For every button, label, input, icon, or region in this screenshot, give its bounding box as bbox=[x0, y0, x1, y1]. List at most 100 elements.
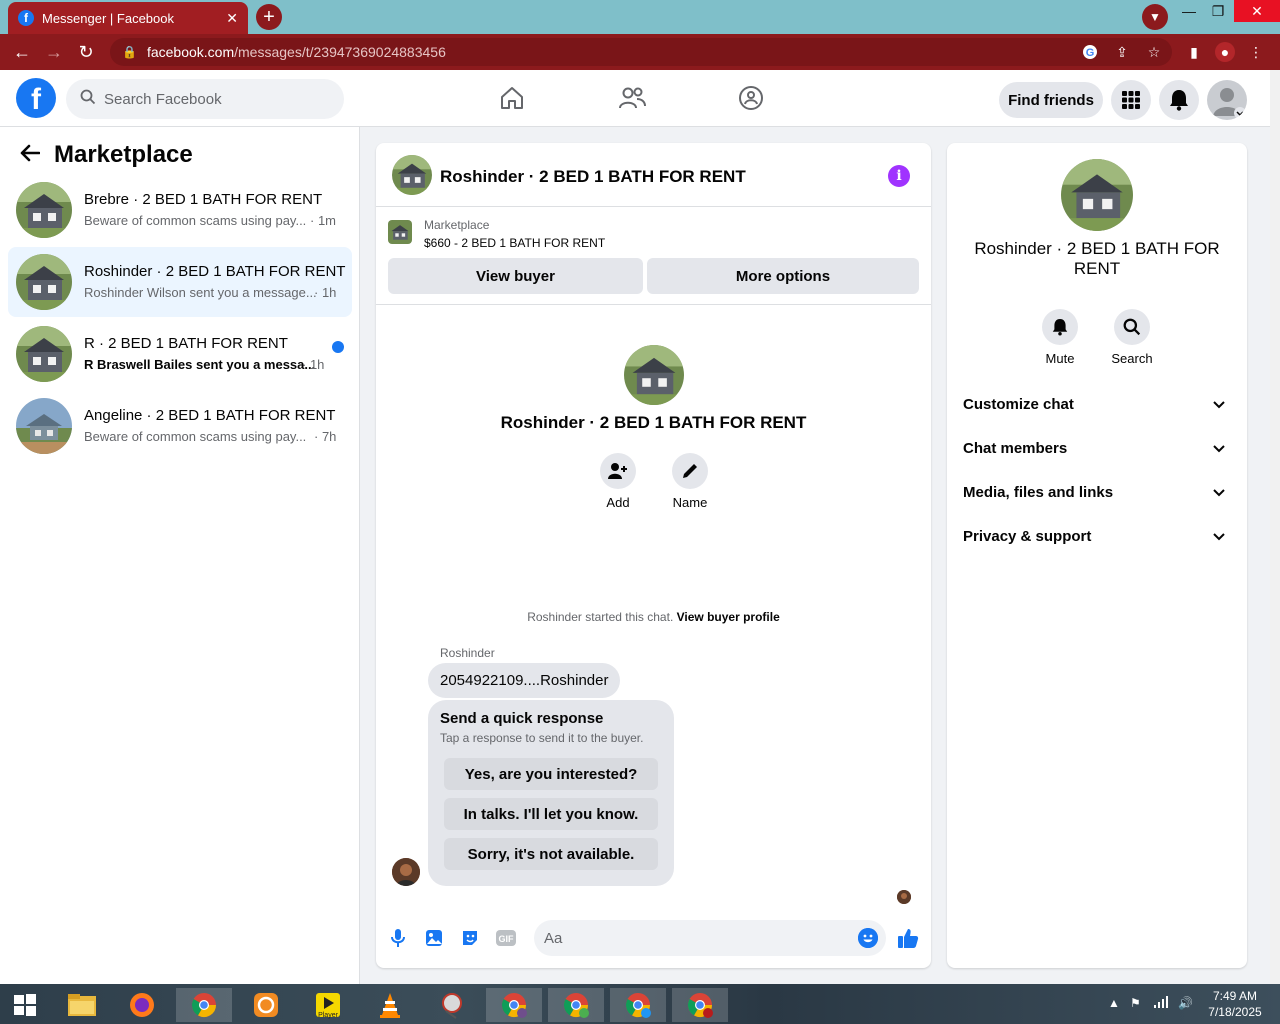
photo-icon[interactable] bbox=[422, 926, 446, 950]
snipping-tool-icon[interactable] bbox=[424, 988, 480, 1022]
chat-title[interactable]: Roshinder · 2 BED 1 BATH FOR RENT bbox=[440, 167, 746, 187]
google-icon[interactable]: G bbox=[1080, 42, 1100, 62]
quick-reply-button[interactable]: In talks. I'll let you know. bbox=[444, 798, 658, 830]
uc-browser-icon[interactable] bbox=[238, 988, 294, 1022]
details-title: Roshinder · 2 BED 1 BATH FOR RENT bbox=[974, 239, 1220, 278]
reload-icon[interactable]: ↻ bbox=[74, 40, 98, 64]
thumbs-up-icon[interactable] bbox=[896, 926, 920, 950]
forward-arrow-icon[interactable]: → bbox=[42, 40, 66, 64]
chrome-profile-icon[interactable] bbox=[548, 988, 604, 1022]
tray-overflow-icon[interactable]: ▲ bbox=[1108, 996, 1120, 1010]
network-icon[interactable] bbox=[1154, 996, 1168, 1011]
listing-house-thumbnail bbox=[16, 254, 72, 310]
chevron-down-icon bbox=[1213, 440, 1225, 457]
back-arrow-icon[interactable] bbox=[20, 141, 41, 169]
customize-chat-row[interactable]: Customize chat bbox=[963, 384, 1231, 424]
row-label: Media, files and links bbox=[963, 483, 1114, 501]
chrome-profile-icon[interactable] bbox=[610, 988, 666, 1022]
message-bubble[interactable]: 2054922109....Roshinder bbox=[428, 663, 621, 698]
listing-thumbnail[interactable] bbox=[388, 220, 412, 244]
url-field[interactable]: 🔒 facebook.com/messages/t/23947369024883… bbox=[110, 38, 1172, 66]
sender-avatar[interactable] bbox=[392, 858, 420, 886]
conversation-title: R · 2 BED 1 BATH FOR RENT bbox=[84, 335, 288, 352]
quick-reply-button[interactable]: Yes, are you interested? bbox=[444, 758, 658, 790]
media-files-links-row[interactable]: Media, files and links bbox=[963, 472, 1231, 512]
chrome-profile-icon[interactable] bbox=[486, 988, 542, 1022]
home-icon[interactable] bbox=[498, 84, 526, 112]
conversation-title: Angeline · 2 BED 1 BATH FOR RENT bbox=[84, 407, 336, 424]
bookmark-star-icon[interactable]: ☆ bbox=[1144, 42, 1164, 62]
chrome-icon[interactable] bbox=[176, 988, 232, 1022]
back-arrow-icon[interactable]: ← bbox=[10, 40, 34, 64]
friends-icon[interactable] bbox=[618, 84, 646, 112]
conversation-title: Brebre · 2 BED 1 BATH FOR RENT bbox=[84, 191, 323, 208]
message-input[interactable] bbox=[534, 920, 886, 956]
facebook-header: f Search Facebook Find friends bbox=[0, 70, 1270, 127]
menu-grid-icon[interactable] bbox=[1111, 80, 1151, 120]
mute-button[interactable]: Mute bbox=[1030, 309, 1090, 366]
emoji-icon[interactable] bbox=[858, 928, 878, 948]
chat-avatar[interactable] bbox=[392, 155, 432, 195]
conversation-time: · 1h bbox=[314, 285, 337, 300]
pencil-icon bbox=[672, 453, 708, 489]
search-icon bbox=[80, 89, 96, 110]
tab-search-button[interactable]: ▼ bbox=[1142, 4, 1168, 30]
notifications-bell-icon[interactable] bbox=[1159, 80, 1199, 120]
conversation-item[interactable]: Brebre · 2 BED 1 BATH FOR RENT Beware of… bbox=[8, 175, 352, 245]
marketplace-header: Marketplace bbox=[20, 141, 193, 169]
search-in-chat-button[interactable]: Search bbox=[1102, 309, 1162, 366]
tab-title: Messenger | Facebook bbox=[42, 10, 174, 26]
vlc-icon[interactable] bbox=[362, 988, 418, 1022]
clock-date: 7/18/2025 bbox=[1208, 1005, 1262, 1019]
windows-start-icon[interactable] bbox=[0, 988, 50, 1022]
gif-icon[interactable]: GIF bbox=[494, 926, 518, 950]
new-tab-button[interactable]: + bbox=[256, 4, 282, 30]
firefox-icon[interactable] bbox=[114, 988, 170, 1022]
page-scrollbar[interactable] bbox=[1270, 70, 1280, 984]
lock-icon: 🔒 bbox=[122, 45, 137, 59]
chrome-profile-icon[interactable] bbox=[672, 988, 728, 1022]
share-icon[interactable]: ⇪ bbox=[1112, 42, 1132, 62]
find-friends-button[interactable]: Find friends bbox=[999, 82, 1103, 118]
side-panel-icon[interactable]: ▮ bbox=[1184, 42, 1204, 62]
file-explorer-icon[interactable] bbox=[54, 988, 110, 1022]
view-buyer-profile-link[interactable]: View buyer profile bbox=[677, 610, 780, 624]
conversation-item-active[interactable]: Roshinder · 2 BED 1 BATH FOR RENT Roshin… bbox=[8, 247, 352, 317]
edit-name-button[interactable]: Name bbox=[660, 453, 720, 510]
microphone-icon[interactable] bbox=[386, 926, 410, 950]
media-player-icon[interactable]: Player bbox=[300, 988, 356, 1022]
facebook-logo-icon[interactable]: f bbox=[16, 78, 56, 118]
groups-icon[interactable] bbox=[737, 84, 765, 112]
facebook-search-box[interactable]: Search Facebook bbox=[66, 79, 344, 119]
conversation-snippet: Beware of common scams using pay... bbox=[84, 213, 307, 228]
url-path: /messages/t/23947369024883456 bbox=[234, 44, 446, 60]
quick-response-subtitle: Tap a response to send it to the buyer. bbox=[440, 731, 644, 745]
chat-members-row[interactable]: Chat members bbox=[963, 428, 1231, 468]
conversation-item[interactable]: Angeline · 2 BED 1 BATH FOR RENT Beware … bbox=[8, 391, 352, 461]
tab-close-icon[interactable]: ✕ bbox=[226, 10, 238, 27]
info-icon[interactable]: i bbox=[888, 165, 910, 187]
flag-icon[interactable]: ⚑ bbox=[1130, 996, 1141, 1010]
view-buyer-button[interactable]: View buyer bbox=[388, 258, 643, 294]
taskbar-clock[interactable]: 7:49 AM 7/18/2025 bbox=[1200, 988, 1270, 1020]
volume-icon[interactable]: 🔊 bbox=[1178, 996, 1193, 1010]
sticker-icon[interactable] bbox=[458, 926, 482, 950]
windows-taskbar: Player ▲ ⚑ 🔊 7:49 AM 7/18/2025 bbox=[0, 984, 1280, 1024]
quick-reply-button[interactable]: Sorry, it's not available. bbox=[444, 838, 658, 870]
address-bar-row: ← → ↻ 🔒 facebook.com/messages/t/23947369… bbox=[0, 34, 1280, 70]
listing-price[interactable]: $660 - 2 BED 1 BATH FOR RENT bbox=[424, 236, 605, 250]
conversation-snippet: R Braswell Bailes sent you a messa... bbox=[84, 357, 316, 372]
add-people-button[interactable]: Add bbox=[588, 453, 648, 510]
more-options-button[interactable]: More options bbox=[647, 258, 919, 294]
intro-avatar bbox=[624, 345, 684, 405]
window-close-button[interactable]: ✕ bbox=[1234, 0, 1280, 22]
gif-label: GIF bbox=[499, 934, 515, 944]
profile-icon[interactable]: ● bbox=[1215, 42, 1235, 62]
conversation-time: · 1h bbox=[302, 357, 325, 372]
conversation-item[interactable]: R · 2 BED 1 BATH FOR RENT R Braswell Bai… bbox=[8, 319, 352, 389]
privacy-support-row[interactable]: Privacy & support bbox=[963, 516, 1231, 556]
account-avatar[interactable] bbox=[1207, 80, 1247, 120]
row-label: Chat members bbox=[963, 439, 1068, 457]
browser-menu-icon[interactable]: ⋮ bbox=[1246, 42, 1266, 62]
browser-tab-messenger[interactable]: f Messenger | Facebook ✕ bbox=[8, 2, 248, 34]
